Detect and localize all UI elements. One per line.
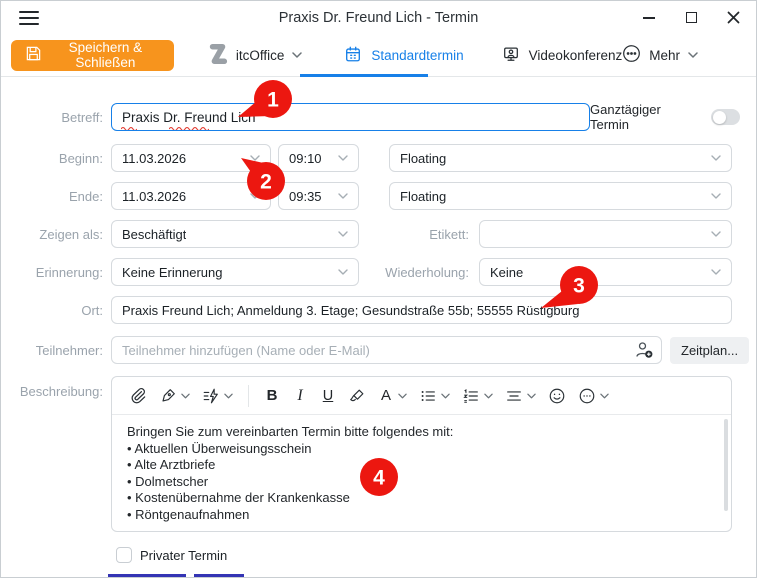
more-button[interactable]: Mehr bbox=[622, 44, 698, 66]
show-as-select[interactable]: Beschäftigt bbox=[111, 220, 359, 248]
chevron-down-icon bbox=[338, 231, 348, 237]
reminder-select[interactable]: Keine Erinnerung bbox=[111, 258, 359, 286]
background-window-artifact bbox=[194, 574, 244, 577]
description-label: Beschreibung: bbox=[1, 384, 103, 399]
active-tab-indicator bbox=[300, 74, 428, 77]
background-window-artifact bbox=[108, 574, 186, 577]
main-toolbar: Speichern & Schließen itcOffice Standard… bbox=[1, 34, 756, 77]
more-label: Mehr bbox=[649, 48, 680, 63]
font-color-icon[interactable]: A bbox=[375, 385, 410, 406]
account-selector[interactable]: itcOffice bbox=[208, 42, 303, 69]
private-checkbox[interactable] bbox=[116, 547, 132, 563]
editor-toolbar: B I U A bbox=[112, 377, 731, 415]
editor-more-icon[interactable] bbox=[575, 385, 612, 407]
list-item: Röntgenaufnahmen bbox=[127, 507, 716, 524]
save-icon bbox=[25, 45, 42, 65]
chevron-down-icon bbox=[688, 52, 698, 58]
chevron-down-icon bbox=[711, 231, 721, 237]
numbered-list-icon[interactable] bbox=[459, 385, 496, 407]
description-intro: Bringen Sie zum vereinbarten Termin bitt… bbox=[127, 424, 716, 441]
appointment-window: Praxis Dr. Freund Lich - Termin Speicher… bbox=[0, 0, 757, 578]
list-item: Kostenübernahme der Krankenkasse bbox=[127, 490, 716, 507]
tab-videokonferenz[interactable]: Videokonferenz bbox=[502, 45, 623, 66]
list-item: Alte Arztbriefe bbox=[127, 457, 716, 474]
start-label: Beginn: bbox=[1, 151, 103, 166]
add-person-icon[interactable] bbox=[634, 340, 654, 365]
attendees-label: Teilnehmer: bbox=[1, 343, 103, 358]
bold-icon[interactable]: B bbox=[261, 385, 283, 406]
close-icon[interactable] bbox=[726, 11, 740, 25]
chevron-down-icon bbox=[250, 155, 260, 161]
recurrence-label: Wiederholung: bbox=[359, 265, 469, 280]
menu-icon[interactable] bbox=[19, 11, 39, 25]
chevron-down-icon bbox=[224, 393, 233, 399]
calendar-icon bbox=[344, 45, 362, 66]
allday-label: Ganztägiger Termin bbox=[590, 102, 702, 132]
window-title: Praxis Dr. Freund Lich - Termin bbox=[279, 10, 479, 26]
chevron-down-icon bbox=[181, 393, 190, 399]
start-date-select[interactable]: 11.03.2026 bbox=[111, 144, 271, 172]
quick-text-icon[interactable] bbox=[199, 385, 236, 407]
subject-input[interactable] bbox=[111, 103, 590, 131]
recurrence-select[interactable]: Keine bbox=[479, 258, 732, 286]
italic-icon[interactable]: I bbox=[289, 385, 311, 407]
editor-scrollbar[interactable] bbox=[724, 419, 728, 511]
list-item: Aktuellen Überweisungsschein bbox=[127, 441, 716, 458]
tag-select[interactable] bbox=[479, 220, 732, 248]
emoji-icon[interactable] bbox=[545, 385, 569, 407]
appointment-form: Betreff: Ganztägiger Termin Beginn: 11.0… bbox=[1, 77, 756, 563]
description-editor[interactable]: B I U A bbox=[111, 376, 732, 532]
reminder-label: Erinnerung: bbox=[1, 265, 103, 280]
tab-standardtermin-label: Standardtermin bbox=[371, 48, 463, 63]
chevron-down-icon bbox=[484, 393, 493, 399]
subject-label: Betreff: bbox=[1, 110, 103, 125]
signature-pen-icon[interactable] bbox=[156, 385, 193, 407]
end-label: Ende: bbox=[1, 189, 103, 204]
align-icon[interactable] bbox=[502, 385, 539, 407]
underline-icon[interactable]: U bbox=[317, 386, 339, 406]
chevron-down-icon bbox=[338, 269, 348, 275]
bullet-list-icon[interactable] bbox=[416, 385, 453, 407]
chevron-down-icon bbox=[250, 193, 260, 199]
schedule-button[interactable]: Zeitplan... bbox=[670, 337, 749, 364]
end-time-select[interactable]: 09:35 bbox=[278, 182, 359, 210]
save-close-label: Speichern & Schließen bbox=[51, 40, 160, 70]
account-label: itcOffice bbox=[236, 48, 285, 63]
save-close-button[interactable]: Speichern & Schließen bbox=[11, 40, 174, 71]
chevron-down-icon bbox=[600, 393, 609, 399]
minimize-icon[interactable] bbox=[642, 11, 656, 25]
end-timezone-select[interactable]: Floating bbox=[389, 182, 732, 210]
end-date-select[interactable]: 11.03.2026 bbox=[111, 182, 271, 210]
list-item: Dolmetscher bbox=[127, 474, 716, 491]
location-label: Ort: bbox=[1, 303, 103, 318]
chevron-down-icon bbox=[527, 393, 536, 399]
chevron-down-icon bbox=[711, 193, 721, 199]
attach-icon[interactable] bbox=[126, 385, 150, 407]
attendees-input[interactable] bbox=[111, 336, 662, 364]
chevron-down-icon bbox=[292, 52, 302, 58]
description-content[interactable]: Bringen Sie zum vereinbarten Termin bitt… bbox=[112, 415, 731, 532]
maximize-icon[interactable] bbox=[684, 11, 698, 25]
chevron-down-icon bbox=[441, 393, 450, 399]
show-as-label: Zeigen als: bbox=[1, 227, 103, 242]
chevron-down-icon bbox=[711, 155, 721, 161]
allday-toggle[interactable] bbox=[711, 109, 740, 125]
tab-videokonferenz-label: Videokonferenz bbox=[529, 48, 623, 63]
private-label: Privater Termin bbox=[140, 548, 227, 563]
start-timezone-select[interactable]: Floating bbox=[389, 144, 732, 172]
chevron-down-icon bbox=[711, 269, 721, 275]
more-ellipsis-icon bbox=[622, 44, 641, 66]
itcoffice-logo-icon bbox=[208, 42, 228, 69]
toolbar-divider bbox=[248, 385, 249, 407]
chevron-down-icon bbox=[338, 155, 348, 161]
tab-standardtermin[interactable]: Standardtermin bbox=[344, 45, 463, 66]
location-input[interactable] bbox=[111, 296, 732, 324]
chevron-down-icon bbox=[398, 393, 407, 399]
chevron-down-icon bbox=[338, 193, 348, 199]
tag-label: Etikett: bbox=[359, 227, 469, 242]
start-time-select[interactable]: 09:10 bbox=[278, 144, 359, 172]
video-conference-icon bbox=[502, 45, 520, 66]
title-bar: Praxis Dr. Freund Lich - Termin bbox=[1, 1, 756, 34]
clear-format-brush-icon[interactable] bbox=[345, 385, 369, 407]
